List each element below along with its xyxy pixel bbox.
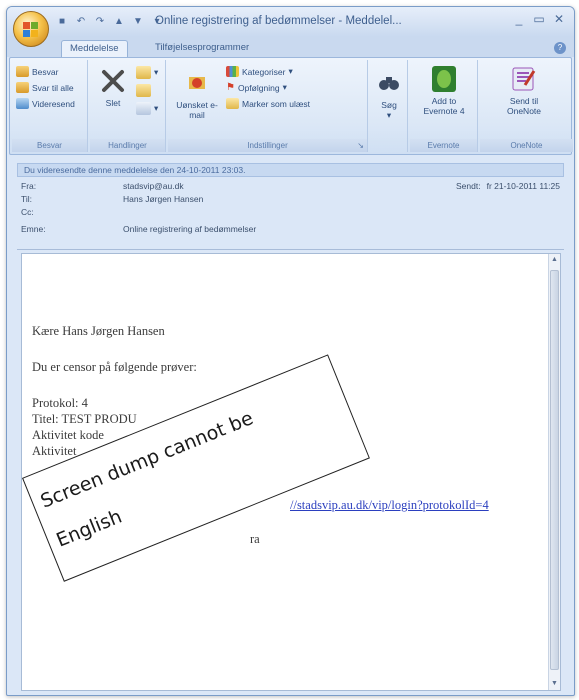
- create-rule-button[interactable]: [136, 84, 151, 97]
- sent-label: Sendt:: [456, 181, 481, 191]
- window-title: Online registrering af bedømmelser - Med…: [155, 15, 402, 27]
- minimize-button[interactable]: _: [510, 11, 528, 27]
- group-actions-label: Handlinger: [90, 139, 165, 152]
- dialog-launcher-icon[interactable]: ↘: [357, 139, 364, 152]
- send-to-onenote-button[interactable]: Send til OneNote: [494, 64, 554, 116]
- intro-text: Du er censor på følgende prøver:: [32, 360, 197, 374]
- group-respond-label: Besvar: [12, 139, 87, 152]
- group-respond: Besvar Svar til alle Videresend Besvar: [12, 60, 88, 152]
- sent-info: Sendt: fr 21-10-2011 11:25: [456, 181, 566, 191]
- other-actions-button[interactable]: ▾: [136, 102, 158, 115]
- group-options: Uønsket e-mail Kategoriser ▾ ⚑ Opfølgnin…: [168, 60, 368, 152]
- ribbon-tabs: Meddelelse Tilføjelsesprogrammer ?: [7, 37, 574, 57]
- add-to-evernote-button[interactable]: Add to Evernote 4: [416, 64, 472, 116]
- closing-text: ra: [250, 532, 260, 546]
- actions-icon: [136, 102, 151, 115]
- activity-name-text: Aktivitet: [32, 444, 77, 458]
- outlook-message-window: ■ ↶ ↷ ▲ ▼ ▾ Online registrering af bedøm…: [6, 6, 575, 696]
- info-bar[interactable]: Du videresendte denne meddelelse den 24-…: [17, 163, 564, 177]
- greeting-text: Kære Hans Jørgen Hansen: [32, 324, 165, 338]
- vertical-scrollbar[interactable]: ▲ ▼: [548, 254, 560, 690]
- subject-label: Emne:: [21, 224, 46, 234]
- redo-icon[interactable]: ↷: [93, 14, 107, 28]
- evernote-icon: [429, 64, 459, 94]
- ribbon: Besvar Svar til alle Videresend Besvar S…: [9, 57, 573, 155]
- junk-mail-icon: [182, 68, 212, 98]
- maximize-button[interactable]: ▭: [530, 11, 548, 27]
- reply-icon: [16, 66, 29, 77]
- onenote-icon: [509, 64, 539, 94]
- flag-icon: ⚑: [226, 82, 235, 93]
- forward-icon: [16, 98, 29, 109]
- office-logo-icon: [23, 22, 38, 37]
- from-value[interactable]: stadsvip@au.dk: [123, 181, 184, 192]
- title-text: Titel: TEST PRODU: [32, 412, 137, 426]
- cc-label: Cc:: [21, 207, 34, 217]
- reply-all-button[interactable]: Svar til alle: [16, 82, 74, 93]
- header-separator: [17, 249, 564, 250]
- find-button[interactable]: Søg ▾: [374, 68, 404, 120]
- group-onenote: Send til OneNote OneNote: [480, 60, 573, 152]
- group-find: Søg ▾: [370, 60, 408, 152]
- scrollbar-thumb[interactable]: [550, 270, 559, 670]
- tab-add-ins[interactable]: Tilføjelsesprogrammer: [147, 40, 257, 57]
- forward-button[interactable]: Videresend: [16, 98, 75, 109]
- rule-icon: [136, 84, 151, 97]
- group-evernote-label: Evernote: [410, 139, 477, 152]
- protocol-text: Protokol: 4: [32, 396, 88, 410]
- note-line-2: English: [53, 505, 126, 552]
- subject-value: Online registrering af bedømmelser: [123, 224, 257, 234]
- to-label: Til:: [21, 194, 33, 204]
- title-bar: ■ ↶ ↷ ▲ ▼ ▾ Online registrering af bedøm…: [7, 7, 574, 47]
- scroll-down-arrow-icon[interactable]: ▼: [549, 678, 560, 690]
- mark-unread-button[interactable]: Marker som ulæst: [226, 98, 310, 109]
- close-button[interactable]: ✕: [550, 11, 568, 27]
- categorize-icon: [226, 66, 239, 77]
- quick-access-toolbar: ■ ↶ ↷ ▲ ▼ ▾: [55, 14, 164, 28]
- move-to-folder-button[interactable]: ▾: [136, 66, 158, 79]
- from-label: Fra:: [21, 181, 37, 191]
- tab-meddelelse[interactable]: Meddelelse: [61, 40, 128, 57]
- reply-button[interactable]: Besvar: [16, 66, 58, 77]
- group-actions: Slet ▾ ▾ Handlinger: [90, 60, 166, 152]
- sent-value: fr 21-10-2011 11:25: [486, 181, 560, 191]
- binoculars-icon: [374, 68, 404, 98]
- window-controls: _ ▭ ✕: [510, 11, 568, 27]
- follow-up-button[interactable]: ⚑ Opfølgning ▾: [226, 82, 287, 93]
- categorize-button[interactable]: Kategoriser ▾: [226, 66, 293, 77]
- scroll-up-arrow-icon[interactable]: ▲: [549, 254, 560, 266]
- folder-icon: [136, 66, 151, 79]
- undo-icon[interactable]: ↶: [74, 14, 88, 28]
- reply-all-icon: [16, 82, 29, 93]
- group-options-label: Indstillinger ↘: [168, 139, 367, 152]
- office-button[interactable]: [13, 11, 49, 47]
- junk-mail-button[interactable]: Uønsket e-mail: [174, 68, 220, 120]
- group-evernote: Add to Evernote 4 Evernote: [410, 60, 478, 152]
- to-value[interactable]: Hans Jørgen Hansen: [123, 194, 203, 205]
- delete-button[interactable]: Slet: [98, 66, 128, 108]
- save-icon[interactable]: ■: [55, 14, 69, 28]
- delete-icon: [98, 66, 128, 96]
- group-onenote-label: OneNote: [480, 139, 573, 152]
- activity-code-text: Aktivitet kode: [32, 428, 104, 442]
- up-arrow-icon[interactable]: ▲: [112, 14, 126, 28]
- envelope-icon: [226, 98, 239, 109]
- login-link[interactable]: //stadsvip.au.dk/vip/login?protokolId=4: [290, 498, 489, 513]
- down-arrow-icon[interactable]: ▼: [131, 14, 145, 28]
- help-icon[interactable]: ?: [554, 42, 566, 54]
